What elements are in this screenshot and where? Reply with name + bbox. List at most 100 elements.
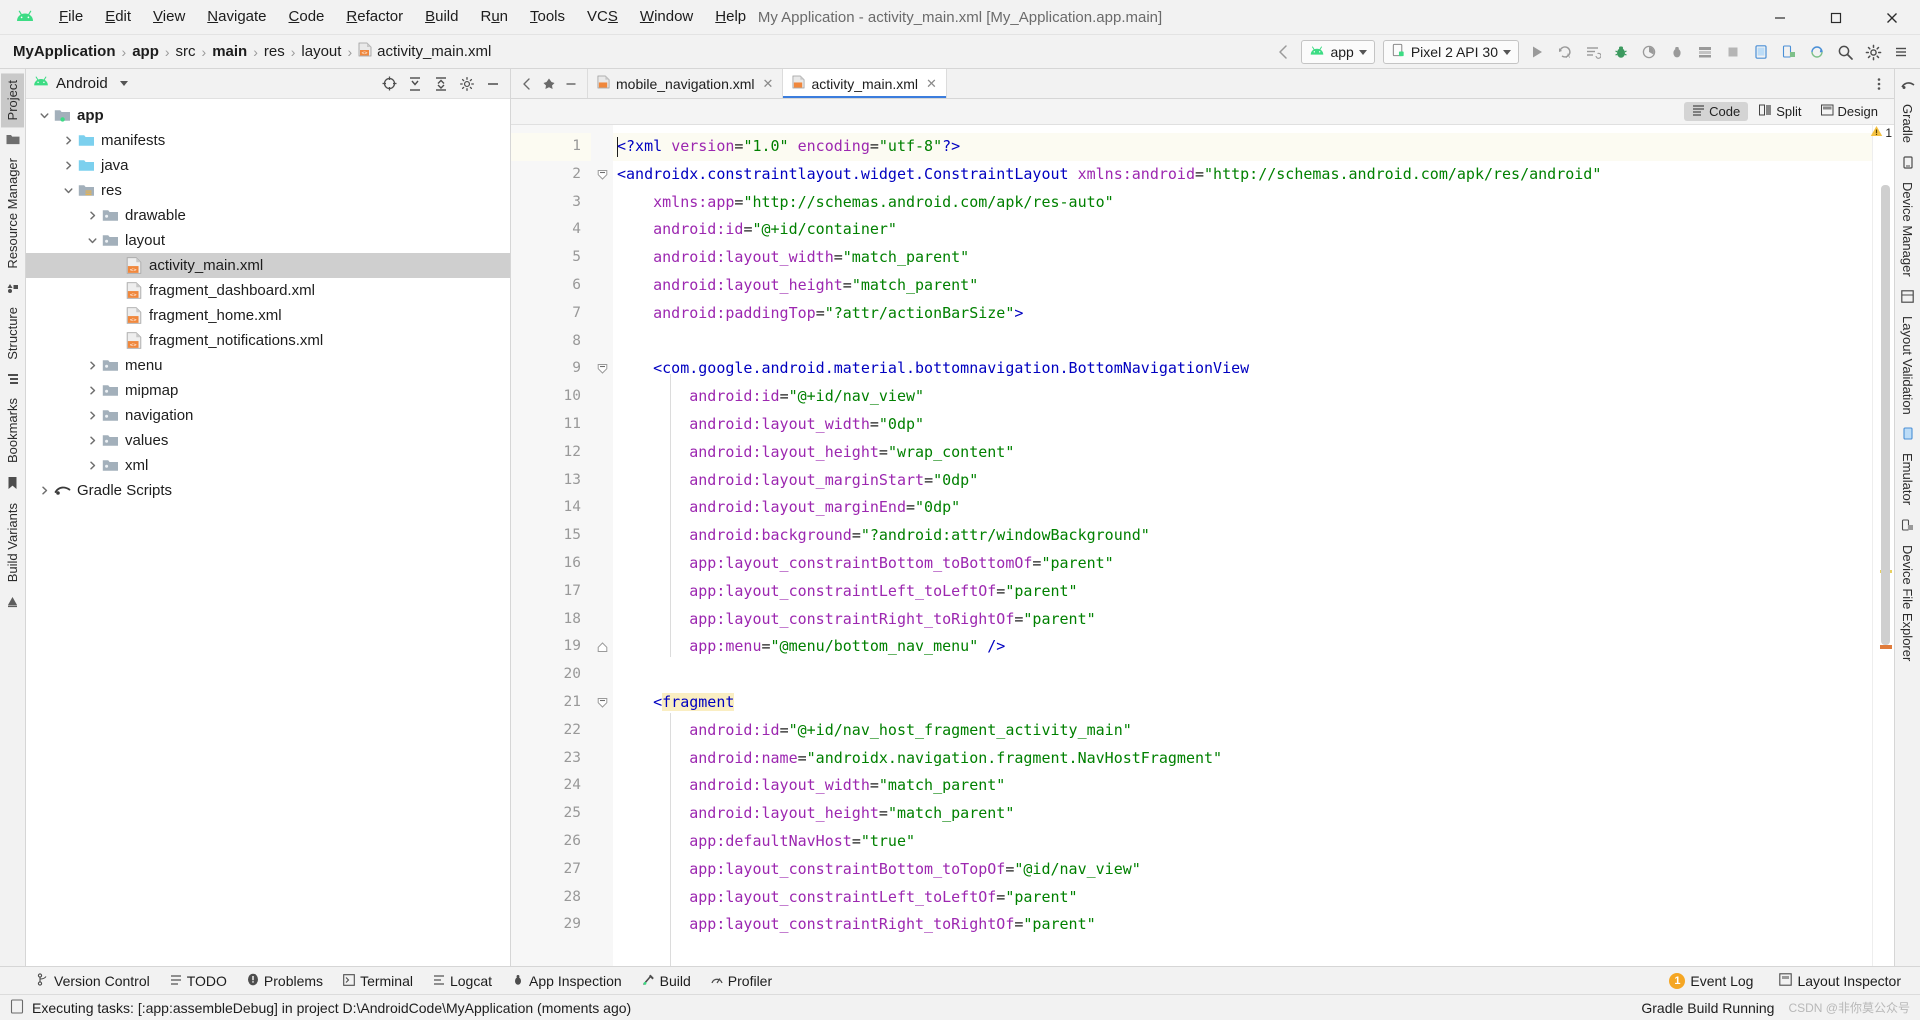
chevron-right-icon[interactable] — [84, 403, 100, 428]
attach-debugger-icon[interactable] — [1664, 39, 1690, 65]
sidebar-item-device-file-explorer[interactable]: Device File Explorer — [1896, 538, 1919, 668]
tree-row[interactable]: drawable — [26, 203, 510, 228]
tree-row[interactable]: values — [26, 428, 510, 453]
menu-build[interactable]: Build — [414, 4, 469, 30]
menu-navigate[interactable]: Navigate — [196, 4, 277, 30]
vertical-scrollbar-thumb[interactable] — [1881, 185, 1890, 645]
sidebar-item-resource-manager[interactable]: Resource Manager — [1, 151, 24, 276]
code-line[interactable]: android:id="@+id/nav_view" — [613, 383, 1872, 411]
code-line[interactable]: android:id="@+id/container" — [613, 216, 1872, 244]
code-line[interactable]: app:defaultNavHost="true" — [613, 828, 1872, 856]
code-line[interactable]: android:layout_marginEnd="0dp" — [613, 494, 1872, 522]
chevron-right-icon[interactable] — [84, 353, 100, 378]
sidebar-item-emulator[interactable]: Emulator — [1896, 446, 1919, 512]
view-mode-split[interactable]: Split — [1751, 102, 1809, 121]
view-mode-code[interactable]: Code — [1684, 102, 1749, 121]
tool-window-terminal[interactable]: Terminal — [334, 970, 422, 992]
code-line[interactable]: <?xml version="1.0" encoding="utf-8"?> — [613, 133, 1872, 161]
editor-tab-activity-main[interactable]: activity_main.xml ✕ — [783, 69, 947, 98]
tool-window-build[interactable]: Build — [633, 970, 700, 992]
code-line[interactable]: android:paddingTop="?attr/actionBarSize"… — [613, 300, 1872, 328]
editor-options-button[interactable] — [1864, 69, 1894, 98]
menu-help[interactable]: Help — [704, 4, 757, 30]
sidebar-item-gradle[interactable]: Gradle — [1896, 97, 1919, 150]
tree-row[interactable]: java — [26, 153, 510, 178]
menu-edit[interactable]: Edit — [94, 4, 142, 30]
pin-icon[interactable] — [539, 74, 559, 94]
gear-icon[interactable] — [1860, 39, 1886, 65]
menu-refactor[interactable]: Refactor — [335, 4, 414, 30]
chevron-down-icon[interactable] — [60, 178, 76, 203]
editor-tab-mobile-navigation[interactable]: mobile_navigation.xml ✕ — [588, 69, 784, 98]
code-line[interactable]: app:layout_constraintRight_toRightOf="pa… — [613, 911, 1872, 939]
code-line[interactable]: android:layout_width="match_parent" — [613, 244, 1872, 272]
tree-row[interactable]: app — [26, 103, 510, 128]
code-line[interactable]: app:menu="@menu/bottom_nav_menu" /> — [613, 633, 1872, 661]
tool-window-app-inspection[interactable]: App Inspection — [503, 970, 631, 992]
code-line[interactable]: android:layout_height="wrap_content" — [613, 439, 1872, 467]
tool-window-todo[interactable]: TODO — [161, 970, 236, 992]
breadcrumb-item-6[interactable]: <> activity_main.xml — [355, 42, 494, 61]
tree-row[interactable]: <> activity_main.xml — [26, 253, 510, 278]
tool-window-profiler[interactable]: Profiler — [702, 970, 781, 992]
chevron-right-icon[interactable] — [84, 428, 100, 453]
code-line[interactable]: app:layout_constraintLeft_toLeftOf="pare… — [613, 578, 1872, 606]
code-line[interactable]: android:layout_width="0dp" — [613, 411, 1872, 439]
run-button[interactable] — [1524, 39, 1550, 65]
menu-tools[interactable]: Tools — [519, 4, 576, 30]
tool-window-logcat[interactable]: Logcat — [424, 970, 501, 992]
gear-icon[interactable] — [456, 73, 478, 95]
view-mode-design[interactable]: Design — [1813, 102, 1886, 121]
tree-row[interactable]: navigation — [26, 403, 510, 428]
code-line[interactable]: android:layout_height="match_parent" — [613, 272, 1872, 300]
sidebar-item-structure[interactable]: Structure — [1, 300, 24, 367]
code-line[interactable]: <com.google.android.material.bottomnavig… — [613, 355, 1872, 383]
close-icon[interactable]: ✕ — [926, 76, 937, 92]
chevron-right-icon[interactable] — [84, 378, 100, 403]
device-selector[interactable]: Pixel 2 API 30 — [1382, 40, 1519, 64]
editor-scrollbar-area[interactable]: 1 — [1870, 125, 1894, 966]
code-fold-marker[interactable] — [591, 689, 613, 717]
inspection-widget[interactable]: 1 — [1870, 125, 1892, 140]
code-line[interactable]: android:id="@+id/nav_host_fragment_activ… — [613, 717, 1872, 745]
menu-view[interactable]: View — [142, 4, 196, 30]
apply-changes-button[interactable]: A — [1552, 39, 1578, 65]
code-line[interactable]: <androidx.constraintlayout.widget.Constr… — [613, 161, 1872, 189]
minimize-button[interactable] — [1752, 0, 1808, 35]
code-line[interactable]: android:layout_height="match_parent" — [613, 800, 1872, 828]
collapse-all-icon[interactable] — [430, 73, 452, 95]
sidebar-item-bookmarks[interactable]: Bookmarks — [1, 391, 24, 470]
sidebar-item-project[interactable]: Project — [1, 73, 24, 128]
minimize-icon[interactable] — [561, 74, 581, 94]
chevron-right-icon[interactable] — [84, 203, 100, 228]
chevron-right-icon[interactable] — [36, 478, 52, 503]
chevron-right-icon[interactable] — [84, 453, 100, 478]
code-content[interactable]: <?xml version="1.0" encoding="utf-8"?> <a… — [613, 125, 1872, 966]
expand-all-icon[interactable] — [404, 73, 426, 95]
tree-row[interactable]: res — [26, 178, 510, 203]
breadcrumb-item-5[interactable]: layout — [298, 43, 344, 60]
menu-file[interactable]: File — [48, 4, 94, 30]
code-line[interactable]: android:background="?android:attr/window… — [613, 522, 1872, 550]
breadcrumb-item-1[interactable]: app — [129, 43, 162, 60]
chevron-right-icon[interactable] — [60, 128, 76, 153]
maximize-button[interactable] — [1808, 0, 1864, 35]
target-icon[interactable] — [378, 73, 400, 95]
breadcrumb-item-4[interactable]: res — [261, 43, 288, 60]
tree-row[interactable]: manifests — [26, 128, 510, 153]
code-line[interactable]: xmlns:app="http://schemas.android.com/ap… — [613, 189, 1872, 217]
close-icon[interactable]: ✕ — [763, 76, 774, 92]
chevron-down-icon[interactable] — [36, 103, 52, 128]
tree-row[interactable]: <> fragment_home.xml — [26, 303, 510, 328]
code-line[interactable] — [613, 661, 1872, 689]
project-tree[interactable]: app manifests java res drawable layout <> activ… — [26, 99, 510, 966]
run-configuration-selector[interactable]: app — [1301, 40, 1375, 64]
sidebar-item-build-variants[interactable]: Build Variants — [1, 496, 24, 589]
menu-run[interactable]: Run — [469, 4, 519, 30]
sdk-manager-icon[interactable] — [1692, 39, 1718, 65]
sidebar-item-layout-validation[interactable]: Layout Validation — [1896, 309, 1919, 422]
code-line[interactable]: <fragment — [613, 689, 1872, 717]
breadcrumb-item-2[interactable]: src — [173, 43, 199, 60]
code-line[interactable]: app:layout_constraintLeft_toLeftOf="pare… — [613, 884, 1872, 912]
minimize-icon[interactable] — [482, 73, 504, 95]
